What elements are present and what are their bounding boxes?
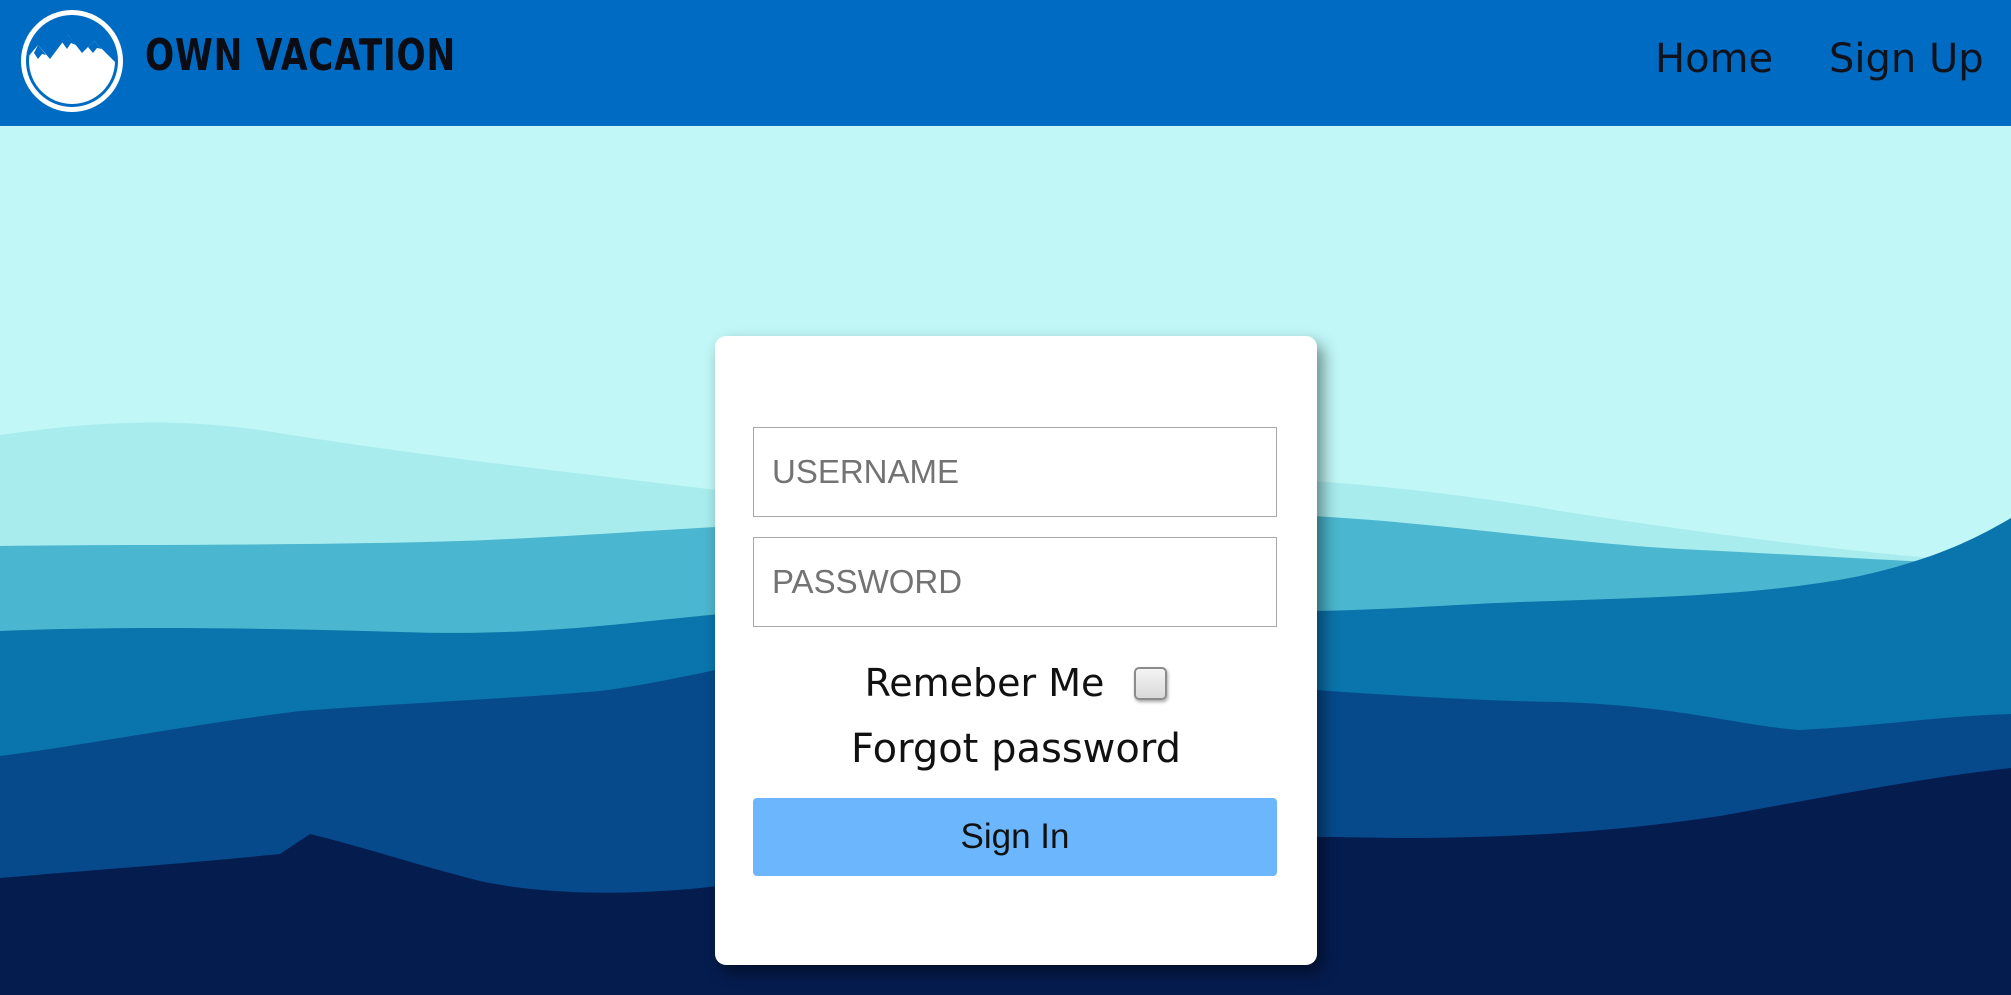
nav-signup-link[interactable]: Sign Up — [1829, 36, 1984, 82]
remember-me-row: Remeber Me — [715, 661, 1317, 705]
top-navbar: OWN VACATION Home Sign Up — [0, 0, 2011, 126]
password-input[interactable] — [753, 537, 1277, 627]
login-card: Remeber Me Forgot password Sign In — [715, 336, 1317, 965]
remember-me-label: Remeber Me — [864, 661, 1105, 705]
brand-name[interactable]: OWN VACATION — [145, 30, 456, 81]
forgot-password-link[interactable]: Forgot password — [715, 726, 1317, 772]
username-input[interactable] — [753, 427, 1277, 517]
login-page: OWN VACATION Home Sign Up Remeber Me For… — [0, 0, 2011, 995]
remember-me-checkbox[interactable] — [1134, 666, 1168, 700]
sign-in-button[interactable]: Sign In — [753, 798, 1277, 876]
mountain-logo-icon[interactable] — [18, 7, 126, 115]
nav-home-link[interactable]: Home — [1655, 36, 1773, 82]
